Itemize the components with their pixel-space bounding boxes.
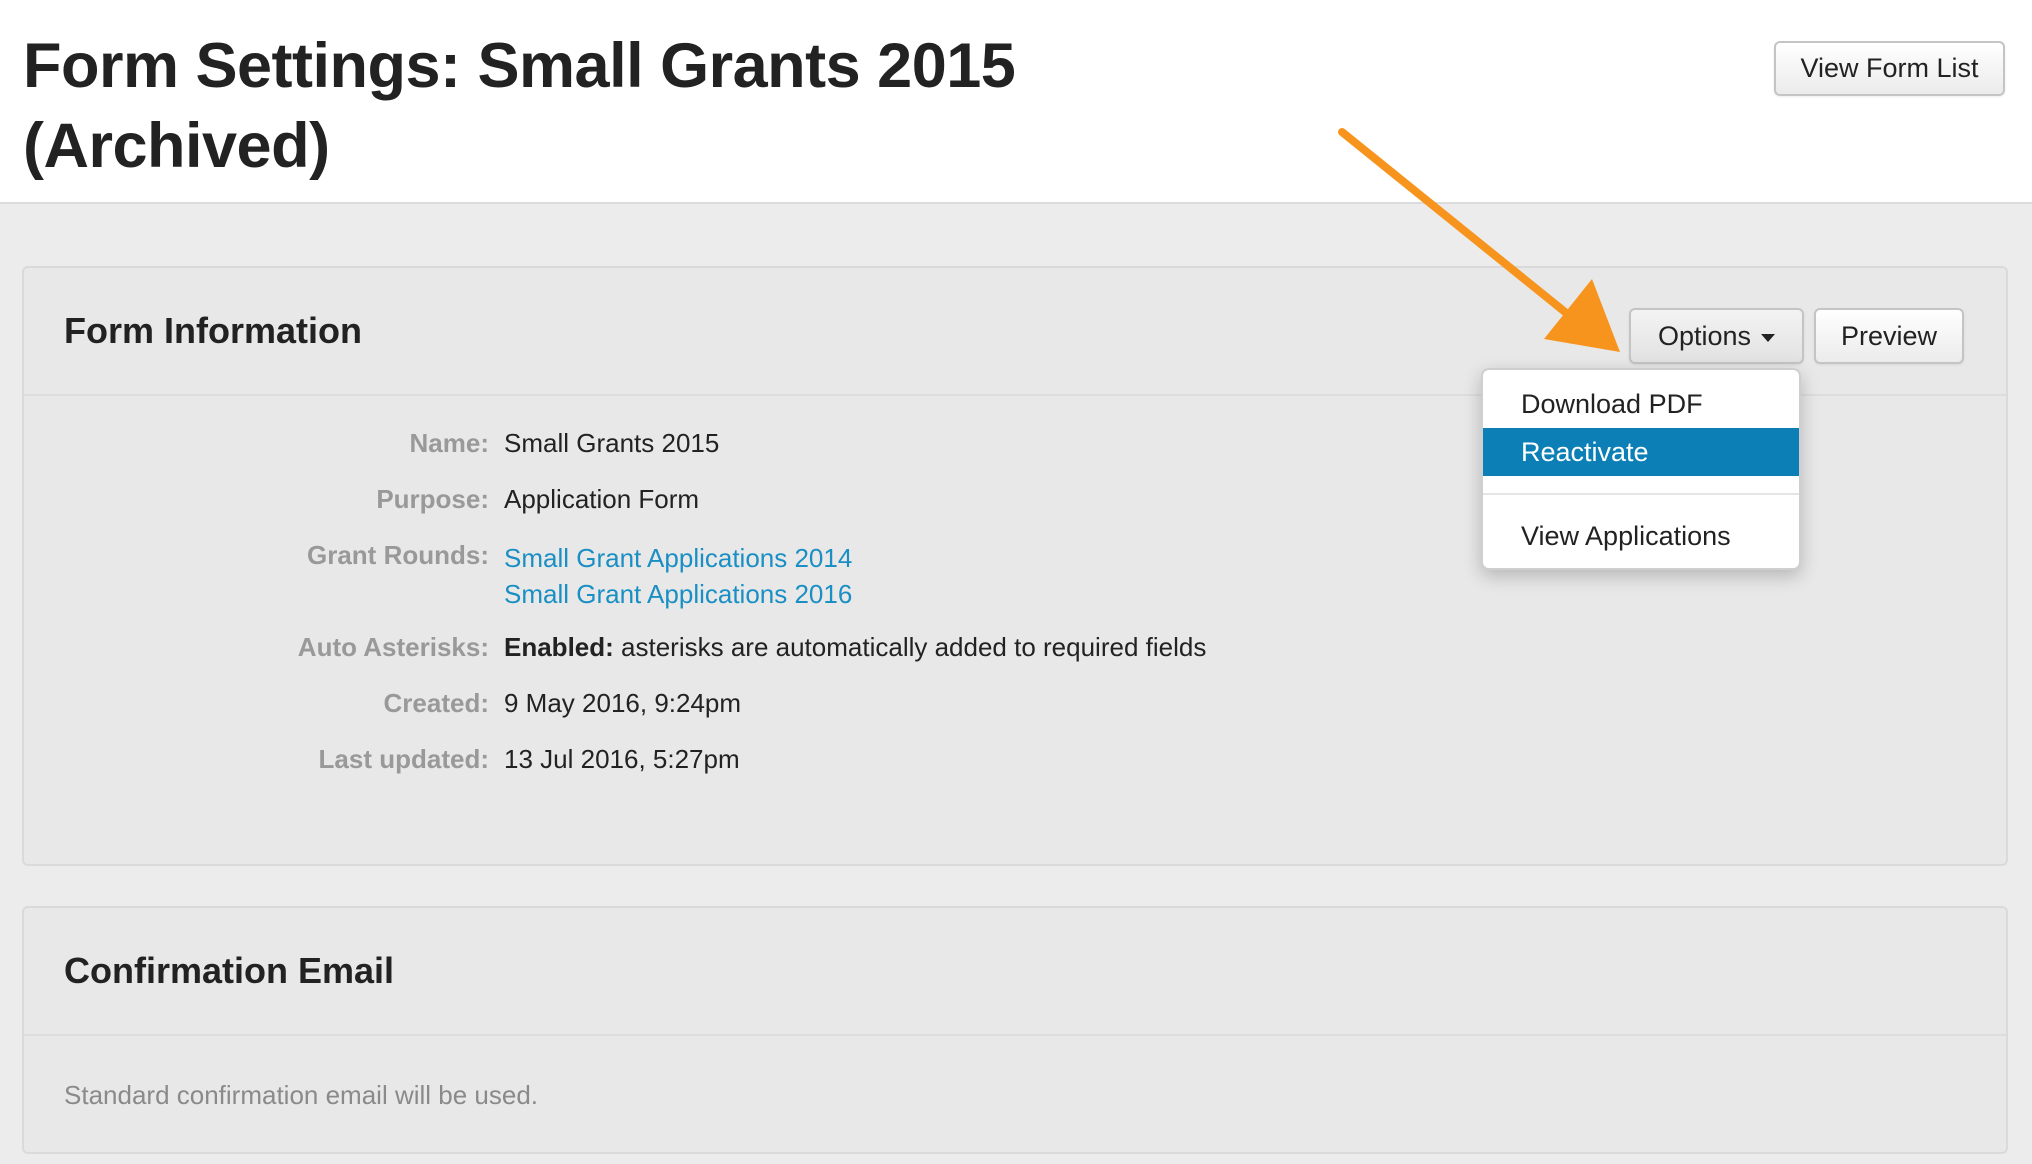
- last-updated-value: 13 Jul 2016, 5:27pm: [504, 744, 740, 774]
- page-header: Form Settings: Small Grants 2015 (Archiv…: [0, 0, 2032, 204]
- grant-rounds-links: Small Grant Applications 2014 Small Gran…: [504, 540, 852, 612]
- last-updated-row: Last updated: 13 Jul 2016, 5:27pm: [24, 744, 1324, 784]
- purpose-row: Purpose: Application Form: [24, 484, 1324, 524]
- created-label: Created:: [383, 688, 489, 718]
- last-updated-label: Last updated:: [318, 744, 489, 774]
- auto-asterisks-value: Enabled: asterisks are automatically add…: [504, 632, 1206, 663]
- preview-button[interactable]: Preview: [1814, 308, 1964, 364]
- auto-asterisks-row: Auto Asterisks: Enabled: asterisks are a…: [24, 632, 1324, 672]
- grant-rounds-label: Grant Rounds:: [307, 540, 489, 570]
- grant-round-link-2014[interactable]: Small Grant Applications 2014: [504, 540, 852, 576]
- purpose-value: Application Form: [504, 484, 700, 514]
- name-row: Name: Small Grants 2015: [24, 428, 1324, 468]
- menu-item-reactivate[interactable]: Reactivate: [1483, 428, 1799, 476]
- name-value: Small Grants 2015: [504, 428, 720, 458]
- confirmation-email-panel: Confirmation Email Standard confirmation…: [22, 906, 2008, 1154]
- form-information-title: Form Information: [64, 310, 362, 351]
- options-dropdown-button[interactable]: Options: [1629, 308, 1804, 364]
- confirmation-email-header: Confirmation Email: [24, 908, 2006, 1036]
- options-button-label: Options: [1657, 320, 1752, 351]
- grant-rounds-row: Grant Rounds: Small Grant Applications 2…: [24, 540, 1324, 620]
- page-title: Form Settings: Small Grants 2015 (Archiv…: [23, 31, 1016, 181]
- created-row: Created: 9 May 2016, 9:24pm: [24, 688, 1324, 728]
- auto-asterisks-description: asterisks are automatically added to req…: [621, 632, 1207, 662]
- view-form-list-button[interactable]: View Form List: [1774, 41, 2005, 96]
- options-dropdown-menu: Download PDF Reactivate View Application…: [1481, 368, 1801, 570]
- confirmation-email-text: Standard confirmation email will be used…: [64, 1080, 539, 1110]
- purpose-label: Purpose:: [376, 484, 489, 514]
- menu-divider: [1483, 493, 1799, 495]
- grant-round-link-2016[interactable]: Small Grant Applications 2016: [504, 576, 852, 612]
- created-value: 9 May 2016, 9:24pm: [504, 688, 742, 718]
- auto-asterisks-status: Enabled:: [504, 632, 614, 662]
- caret-down-icon: [1761, 333, 1776, 342]
- menu-item-view-applications[interactable]: View Applications: [1483, 512, 1799, 560]
- menu-item-download-pdf[interactable]: Download PDF: [1483, 380, 1799, 428]
- name-label: Name:: [409, 428, 489, 458]
- auto-asterisks-label: Auto Asterisks:: [297, 632, 489, 662]
- confirmation-email-title: Confirmation Email: [64, 950, 395, 991]
